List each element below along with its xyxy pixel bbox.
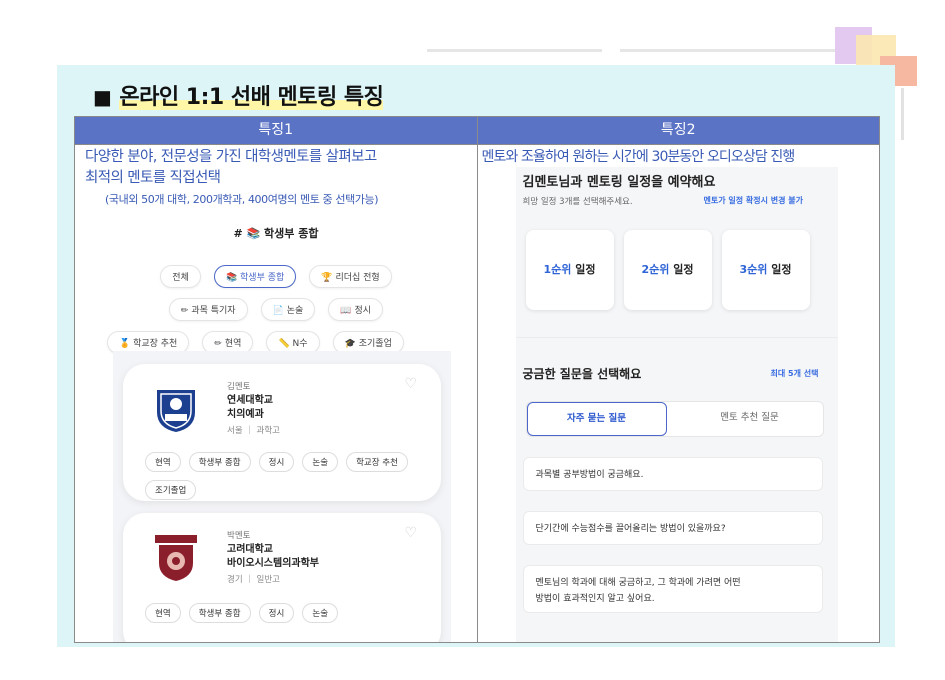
booking-warning: 멘토가 일정 확정시 변경 불가 bbox=[703, 196, 803, 205]
decorative-line-left bbox=[427, 49, 602, 52]
decorative-vertical-line bbox=[901, 88, 904, 140]
rank-1-suffix: 일정 bbox=[571, 263, 596, 276]
mentor-list-screenshot: # 📚 학생부 종합 전체 📚 학생부 종합 🏆 리더십 전형 ✏ 과목 특기자… bbox=[75, 145, 477, 642]
rank-1-slot[interactable]: 1순위 일정 bbox=[525, 230, 614, 310]
tag: 학생부 종합 bbox=[188, 603, 251, 623]
mentor-university: 고려대학교 바이오시스템의과학부 bbox=[227, 543, 319, 571]
rank-1-label: 1순위 bbox=[543, 263, 572, 276]
university-name: 연세대학교 bbox=[227, 395, 273, 406]
booking-title: 김멘토님과 멘토링 일정을 예약해요 bbox=[522, 175, 716, 190]
rank-3-suffix: 일정 bbox=[767, 263, 792, 276]
chip-subject-specialist[interactable]: ✏ 과목 특기자 bbox=[168, 298, 248, 321]
tab-faq[interactable]: 자주 묻는 질문 bbox=[526, 402, 667, 436]
chip-row-2: ✏ 과목 특기자 📄 논술 📖 정시 bbox=[75, 298, 477, 321]
feature-column-2: 특징2 멘토와 조율하여 원하는 시간에 30분동안 오디오상담 진행 김멘토님… bbox=[476, 117, 880, 642]
mentor-card[interactable]: 김멘토 연세대학교 치의예과 서울 ｜ 과학고 ♡ 현역 학생부 종합 정시 논… bbox=[123, 364, 441, 501]
mentor-tags: 현역 학생부 종합 정시 논술 bbox=[145, 601, 425, 629]
heart-icon[interactable]: ♡ bbox=[404, 376, 417, 392]
feature-2-header: 특징2 bbox=[477, 117, 879, 145]
heart-icon[interactable]: ♡ bbox=[404, 525, 417, 541]
slide-panel: ■ 온라인 1:1 선배 멘토링 특징 특징1 다양한 분야, 전문성을 가진 대… bbox=[57, 65, 895, 647]
tab-mentor-recommended[interactable]: 멘토 추천 질문 bbox=[677, 402, 823, 434]
rank-2-label: 2순위 bbox=[641, 263, 670, 276]
department-name: 바이오시스템의과학부 bbox=[227, 558, 319, 569]
question-max-note: 최대 5개 선택 bbox=[770, 369, 819, 378]
category-title: # 📚 학생부 종합 bbox=[233, 227, 319, 240]
question-text-line-2: 방법이 효과적인지 알고 싶어요. bbox=[535, 594, 655, 604]
mentor-location: 경기 ｜ 일반고 bbox=[227, 575, 281, 585]
mentor-card[interactable]: 박멘토 고려대학교 바이오시스템의과학부 경기 ｜ 일반고 ♡ 현역 학생부 종… bbox=[123, 513, 441, 642]
chip-row-1: 전체 📚 학생부 종합 🏆 리더십 전형 bbox=[75, 265, 477, 288]
rank-3-slot[interactable]: 3순위 일정 bbox=[721, 230, 810, 310]
mentor-tags: 현역 학생부 종합 정시 논술 학교장 추천 조기졸업 bbox=[145, 450, 425, 506]
feature-2-desc: 멘토와 조율하여 원하는 시간에 30분동안 오디오상담 진행 bbox=[481, 149, 796, 165]
tag: 현역 bbox=[145, 603, 181, 623]
chip-essay[interactable]: 📄 논술 bbox=[260, 298, 316, 321]
rank-2-suffix: 일정 bbox=[669, 263, 694, 276]
question-text: 단기간에 수능점수를 끌어올리는 방법이 있을까요? bbox=[535, 524, 726, 534]
tag: 논술 bbox=[302, 452, 339, 472]
question-item[interactable]: 멘토님의 학과에 대해 궁금하고, 그 학과에 가려면 어떤 방법이 효과적인지… bbox=[522, 565, 823, 613]
chip-regular[interactable]: 📖 정시 bbox=[328, 298, 384, 321]
slide-headline: ■ 온라인 1:1 선배 멘토링 특징 bbox=[93, 79, 384, 111]
section-divider bbox=[515, 337, 838, 338]
question-item[interactable]: 과목별 공부방법이 궁금해요. bbox=[522, 457, 823, 491]
question-text: 과목별 공부방법이 궁금해요. bbox=[535, 470, 644, 480]
mentor-location: 서울 ｜ 과학고 bbox=[227, 426, 281, 436]
booking-screenshot: 김멘토님과 멘토링 일정을 예약해요 희망 일정 3개를 선택해주세요. 멘토가… bbox=[478, 167, 880, 642]
tag: 학교장 추천 bbox=[346, 452, 408, 472]
booking-subtitle: 희망 일정 3개를 선택해주세요. bbox=[522, 197, 633, 207]
features-table: 특징1 다양한 분야, 전문성을 가진 대학생멘토를 살펴보고 최적의 멘토를 … bbox=[74, 116, 880, 643]
tag: 학생부 종합 bbox=[188, 452, 251, 472]
chip-leadership[interactable]: 🏆 리더십 전형 bbox=[309, 265, 392, 288]
chip-all[interactable]: 전체 bbox=[160, 265, 201, 288]
decorative-line-right bbox=[620, 49, 848, 52]
feature-column-1: 특징1 다양한 분야, 전문성을 가진 대학생멘토를 살펴보고 최적의 멘토를 … bbox=[75, 117, 477, 642]
korea-logo bbox=[151, 533, 201, 583]
tag: 정시 bbox=[258, 452, 295, 472]
mentor-university: 연세대학교 치의예과 bbox=[227, 394, 273, 422]
yonsei-logo bbox=[151, 384, 201, 434]
question-section-title: 궁금한 질문을 선택해요 bbox=[522, 367, 642, 381]
tag: 현역 bbox=[145, 452, 181, 472]
question-text-line-1: 멘토님의 학과에 대해 궁금하고, 그 학과에 가려면 어떤 bbox=[535, 578, 741, 588]
chip-student-record[interactable]: 📚 학생부 종합 bbox=[213, 265, 297, 288]
tag: 정시 bbox=[258, 603, 295, 623]
rank-3-label: 3순위 bbox=[739, 263, 768, 276]
department-name: 치의예과 bbox=[227, 409, 264, 420]
university-name: 고려대학교 bbox=[227, 544, 273, 555]
headline-text: 온라인 1:1 선배 멘토링 특징 bbox=[119, 85, 384, 110]
mentor-name: 김멘토 bbox=[227, 382, 251, 392]
feature-1-header: 특징1 bbox=[75, 117, 477, 145]
tag: 조기졸업 bbox=[145, 480, 197, 500]
question-tabs: 자주 묻는 질문 멘토 추천 질문 bbox=[525, 401, 824, 437]
tag: 논술 bbox=[302, 603, 339, 623]
mentor-name: 박멘토 bbox=[227, 531, 251, 541]
headline-square-mark: ■ bbox=[93, 85, 112, 109]
question-item[interactable]: 단기간에 수능점수를 끌어올리는 방법이 있을까요? bbox=[522, 511, 823, 545]
rank-2-slot[interactable]: 2순위 일정 bbox=[623, 230, 712, 310]
